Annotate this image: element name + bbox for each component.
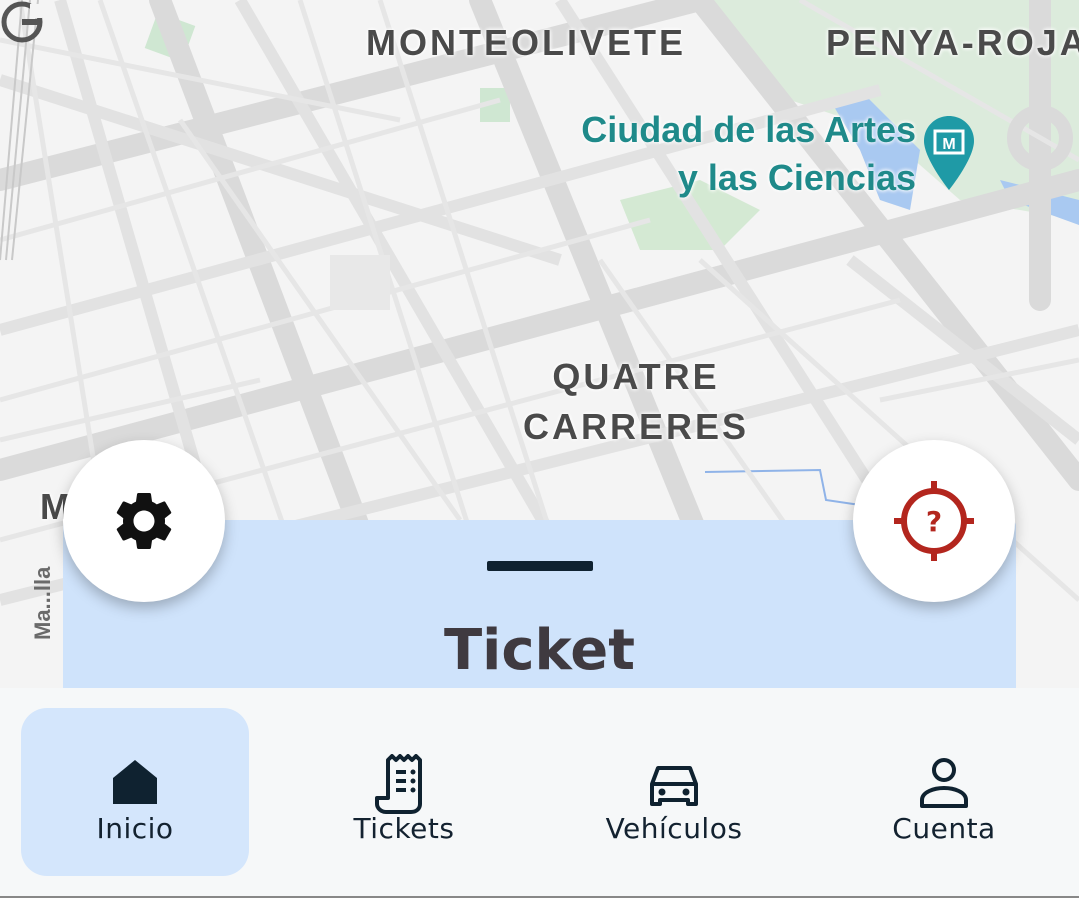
nav-label: Vehículos: [605, 812, 743, 845]
poi-label[interactable]: Ciudad de las Artes y las Ciencias: [540, 106, 916, 202]
nav-item-vehiculos[interactable]: Vehículos: [560, 708, 788, 876]
car-icon: [650, 766, 698, 806]
svg-text:?: ?: [926, 505, 942, 538]
district-label-penya-roja: PENYA-ROJA: [826, 22, 1079, 63]
poi-label-line1: Ciudad de las Artes: [581, 109, 916, 150]
nav-item-inicio[interactable]: Inicio: [21, 708, 249, 876]
district-label-quatre-carreres: QUATRE CARRERES: [516, 352, 756, 452]
sheet-title: Ticket: [443, 618, 636, 683]
nav-label: Tickets: [353, 812, 455, 845]
street-label-vertical: Ma...lla: [30, 566, 55, 640]
gear-icon: [116, 493, 172, 549]
sheet-drag-handle[interactable]: [487, 561, 593, 571]
poi-label-line2: y las Ciencias: [677, 157, 916, 198]
nav-label: Inicio: [96, 812, 174, 845]
target-question-icon: ?: [894, 481, 974, 561]
nav-item-tickets[interactable]: Tickets: [290, 708, 518, 876]
district-label-line1: QUATRE: [552, 356, 720, 397]
nav-label: Cuenta: [892, 812, 996, 845]
locate-button[interactable]: ?: [853, 440, 1015, 602]
bottom-navigation-bar: Inicio Tickets Vehículos Cuenta: [0, 688, 1079, 898]
museum-pin-icon[interactable]: M: [922, 114, 976, 192]
svg-text:M: M: [942, 136, 955, 153]
home-icon: [113, 760, 157, 804]
receipt-icon: [375, 754, 422, 814]
settings-button[interactable]: [63, 440, 225, 602]
nav-item-cuenta[interactable]: Cuenta: [830, 708, 1058, 876]
district-label-monteolivete: MONTEOLIVETE: [366, 22, 687, 63]
district-label-line2: CARRERES: [522, 406, 750, 447]
person-icon: [920, 758, 968, 808]
google-g-icon: [1, 1, 43, 43]
